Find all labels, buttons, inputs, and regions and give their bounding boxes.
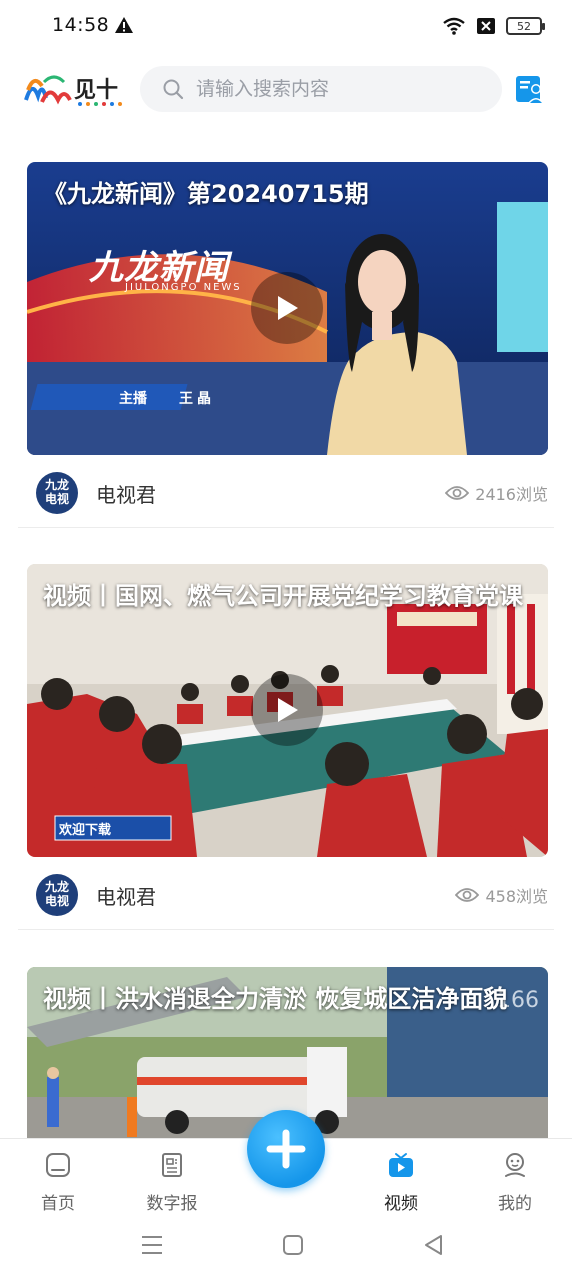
- author-name[interactable]: 电视君: [96, 479, 156, 508]
- battery-level: 52: [517, 19, 531, 33]
- sim-off-icon: [477, 18, 495, 34]
- video-title: 《九龙新闻》第20240715期: [43, 180, 369, 208]
- anchor-name: 王晶: [179, 391, 215, 407]
- download-banner-text: 欢迎下载: [59, 823, 112, 838]
- tab-label: 数字报: [146, 1194, 198, 1214]
- play-icon: [278, 296, 298, 320]
- search-input[interactable]: [196, 78, 486, 100]
- news-logo-sub: JIULONGPO NEWS: [125, 282, 242, 293]
- user-icon: [505, 1153, 525, 1177]
- publish-button[interactable]: [247, 1110, 325, 1188]
- eye-icon: [455, 888, 480, 902]
- app-logo[interactable]: 见十: [24, 70, 130, 108]
- view-count: 458浏览: [455, 883, 548, 907]
- divider: [18, 527, 554, 528]
- menu-icon[interactable]: [139, 1232, 165, 1258]
- tv-icon: [389, 1153, 413, 1177]
- search-icon: [163, 79, 184, 100]
- avatar-line2: 电视: [44, 492, 69, 506]
- header: 见十: [0, 56, 572, 122]
- status-icons: 52: [442, 14, 545, 38]
- tab-home[interactable]: 首页: [8, 1139, 108, 1221]
- video-thumbnail[interactable]: 欢迎下载 视频丨国网、燃气公司开展党纪学习教育党课: [27, 564, 548, 857]
- status-time: 14:58: [52, 14, 110, 36]
- alert-icon: [115, 17, 133, 33]
- play-button[interactable]: [251, 674, 323, 746]
- system-nav-bar: [0, 1220, 572, 1280]
- app-root: 14:58 52 见十 请输入搜索内容 九龙新闻 JIULONGPO NEWS …: [0, 0, 572, 1280]
- tab-label: 视频: [384, 1194, 418, 1214]
- tab-video[interactable]: 视频: [351, 1139, 451, 1221]
- home-nav-icon[interactable]: [280, 1232, 306, 1258]
- tab-label: 我的: [498, 1194, 532, 1214]
- view-count-text: 458浏览: [485, 887, 548, 906]
- tab-profile[interactable]: 我的: [465, 1139, 565, 1221]
- newspaper-icon: [162, 1153, 182, 1177]
- view-count-text: 2416浏览: [475, 485, 548, 504]
- back-icon[interactable]: [421, 1232, 447, 1258]
- avatar-line1: 九龙: [44, 478, 69, 492]
- view-count: 2416浏览: [445, 481, 548, 505]
- avatar-line1: 九龙: [44, 880, 69, 894]
- video-meta: 九龙 电视 电视君 458浏览: [0, 867, 572, 927]
- avatar-line2: 电视: [44, 894, 69, 908]
- video-thumbnail[interactable]: 九龙新闻 JIULONGPO NEWS 主播 王晶 《九龙新闻》第2024071…: [27, 162, 548, 455]
- play-button[interactable]: [251, 272, 323, 344]
- video-meta: 九龙 电视 电视君 2416浏览: [0, 465, 572, 525]
- avatar[interactable]: 九龙 电视: [36, 874, 78, 916]
- logo-text: 见十: [74, 78, 118, 103]
- tab-label: 首页: [41, 1194, 75, 1214]
- author-name[interactable]: 电视君: [96, 881, 156, 910]
- eye-icon: [445, 486, 470, 500]
- home-icon: [46, 1153, 70, 1177]
- battery-icon: 52: [506, 17, 545, 35]
- wifi-icon: [443, 17, 465, 35]
- search-bar[interactable]: [140, 66, 502, 112]
- anchor-label: 主播: [119, 391, 147, 407]
- divider: [18, 929, 554, 930]
- status-bar: 14:58 52: [0, 0, 572, 52]
- avatar[interactable]: 九龙 电视: [36, 472, 78, 514]
- play-icon: [278, 698, 298, 722]
- video-title: 视频丨洪水消退全力清淤 恢复城区洁净面貌: [43, 985, 508, 1013]
- tab-digital-newspaper[interactable]: 数字报: [122, 1139, 222, 1221]
- video-feed[interactable]: 九龙新闻 JIULONGPO NEWS 主播 王晶 《九龙新闻》第2024071…: [0, 140, 572, 1138]
- logo-mark: 见十: [24, 75, 122, 106]
- video-title: 视频丨国网、燃气公司开展党纪学习教育党课: [43, 582, 523, 610]
- plus-icon: [266, 1129, 306, 1169]
- user-card-icon[interactable]: [514, 73, 546, 105]
